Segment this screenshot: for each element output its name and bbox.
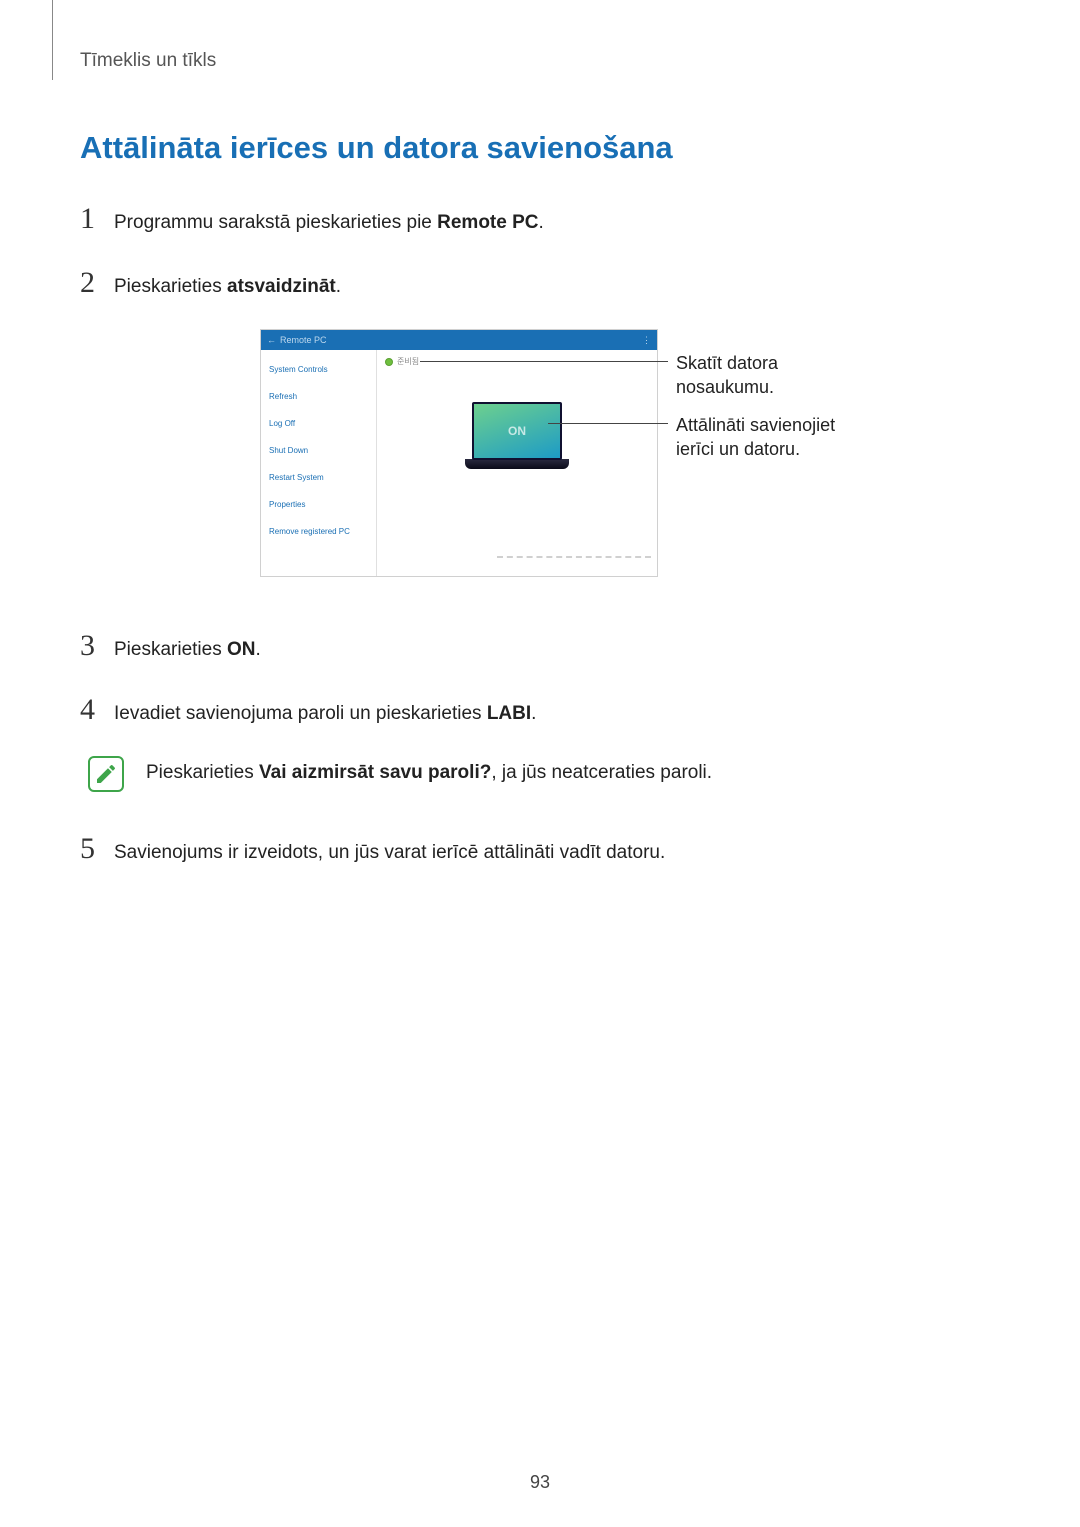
callout-line xyxy=(548,423,668,424)
page-number: 93 xyxy=(0,1472,1080,1493)
text-bold: Remote PC xyxy=(437,212,538,233)
note-icon xyxy=(88,756,124,792)
step-text: Pieskarieties atsvaidzināt. xyxy=(114,267,341,302)
step-text: Savienojums ir izveidots, un jūs varat i… xyxy=(114,833,665,868)
status-dot-icon xyxy=(385,358,393,366)
breadcrumb: Tīmeklis un tīkls xyxy=(80,50,1000,72)
text-fragment: . xyxy=(531,703,536,724)
sidebar-item: Restart System xyxy=(269,464,376,491)
sidebar-item: Remove registered PC xyxy=(269,518,376,545)
status-row: 준비됨 xyxy=(377,350,657,367)
text-bold: Vai aizmirsāt savu paroli? xyxy=(259,762,491,783)
sidebar-item: Refresh xyxy=(269,383,376,410)
callout-line xyxy=(420,361,668,362)
text-fragment: Ievadiet savienojuma paroli un pieskarie… xyxy=(114,703,487,724)
sidebar-item: System Controls xyxy=(269,356,376,383)
sidebar-item: Properties xyxy=(269,491,376,518)
titlebar-left: ← Remote PC xyxy=(267,335,327,345)
note-text: Pieskarieties Vai aizmirsāt savu paroli?… xyxy=(146,756,712,784)
pencil-icon xyxy=(94,762,118,786)
laptop-graphic: ON xyxy=(465,402,569,478)
text-fragment: Programmu sarakstā pieskarieties pie xyxy=(114,212,437,233)
text-bold: ON xyxy=(227,639,256,660)
callout-text: ierīci un datoru. xyxy=(676,439,800,459)
app-title: Remote PC xyxy=(280,335,327,345)
text-fragment: Pieskarieties xyxy=(114,276,227,297)
sidebar-item: Log Off xyxy=(269,410,376,437)
app-sidebar: System Controls Refresh Log Off Shut Dow… xyxy=(261,350,377,576)
menu-icon: ⋮ xyxy=(642,335,651,346)
callout-text: Skatīt datora xyxy=(676,353,778,373)
step-1: 1 Programmu sarakstā pieskarieties pie R… xyxy=(80,202,1000,238)
section-title: Attālināta ierīces un datora savienošana xyxy=(80,130,1000,166)
callout-connect: Attālināti savienojiet ierīci un datoru. xyxy=(676,413,835,462)
text-fragment: . xyxy=(539,212,544,233)
computer-name: 준비됨 xyxy=(397,356,419,367)
text-bold: atsvaidzināt xyxy=(227,276,336,297)
step-text: Pieskarieties ON. xyxy=(114,630,261,665)
on-label: ON xyxy=(508,424,526,438)
step-3: 3 Pieskarieties ON. xyxy=(80,629,1000,665)
step-2: 2 Pieskarieties atsvaidzināt. xyxy=(80,266,1000,302)
divider xyxy=(497,556,651,558)
back-icon: ← xyxy=(267,335,276,345)
margin-rule xyxy=(52,0,53,80)
step-number: 5 xyxy=(80,832,114,866)
text-bold: LABI xyxy=(487,703,531,724)
step-text: Ievadiet savienojuma paroli un pieskarie… xyxy=(114,694,536,729)
step-5: 5 Savienojums ir izveidots, un jūs varat… xyxy=(80,832,1000,868)
figure: ← Remote PC ⋮ System Controls Refresh Log… xyxy=(260,329,1000,589)
device-screenshot: ← Remote PC ⋮ System Controls Refresh Log… xyxy=(260,329,658,577)
app-main: 준비됨 ON xyxy=(377,350,657,576)
laptop-screen: ON xyxy=(472,402,562,460)
text-fragment: Pieskarieties xyxy=(146,762,259,783)
laptop-base xyxy=(465,459,569,469)
app-titlebar: ← Remote PC ⋮ xyxy=(261,330,657,350)
callout-computer-name: Skatīt datora nosaukumu. xyxy=(676,351,778,400)
callout-text: Attālināti savienojiet xyxy=(676,415,835,435)
text-fragment: , ja jūs neatceraties paroli. xyxy=(491,762,712,783)
step-text: Programmu sarakstā pieskarieties pie Rem… xyxy=(114,203,544,238)
app-body: System Controls Refresh Log Off Shut Dow… xyxy=(261,350,657,576)
text-fragment: . xyxy=(256,639,261,660)
sidebar-item: Shut Down xyxy=(269,437,376,464)
callout-text: nosaukumu. xyxy=(676,377,774,397)
text-fragment: Pieskarieties xyxy=(114,639,227,660)
step-number: 1 xyxy=(80,202,114,236)
step-4: 4 Ievadiet savienojuma paroli un pieskar… xyxy=(80,693,1000,729)
step-number: 2 xyxy=(80,266,114,300)
step-number: 3 xyxy=(80,629,114,663)
step-number: 4 xyxy=(80,693,114,727)
text-fragment: . xyxy=(336,276,341,297)
note: Pieskarieties Vai aizmirsāt savu paroli?… xyxy=(88,756,1000,792)
